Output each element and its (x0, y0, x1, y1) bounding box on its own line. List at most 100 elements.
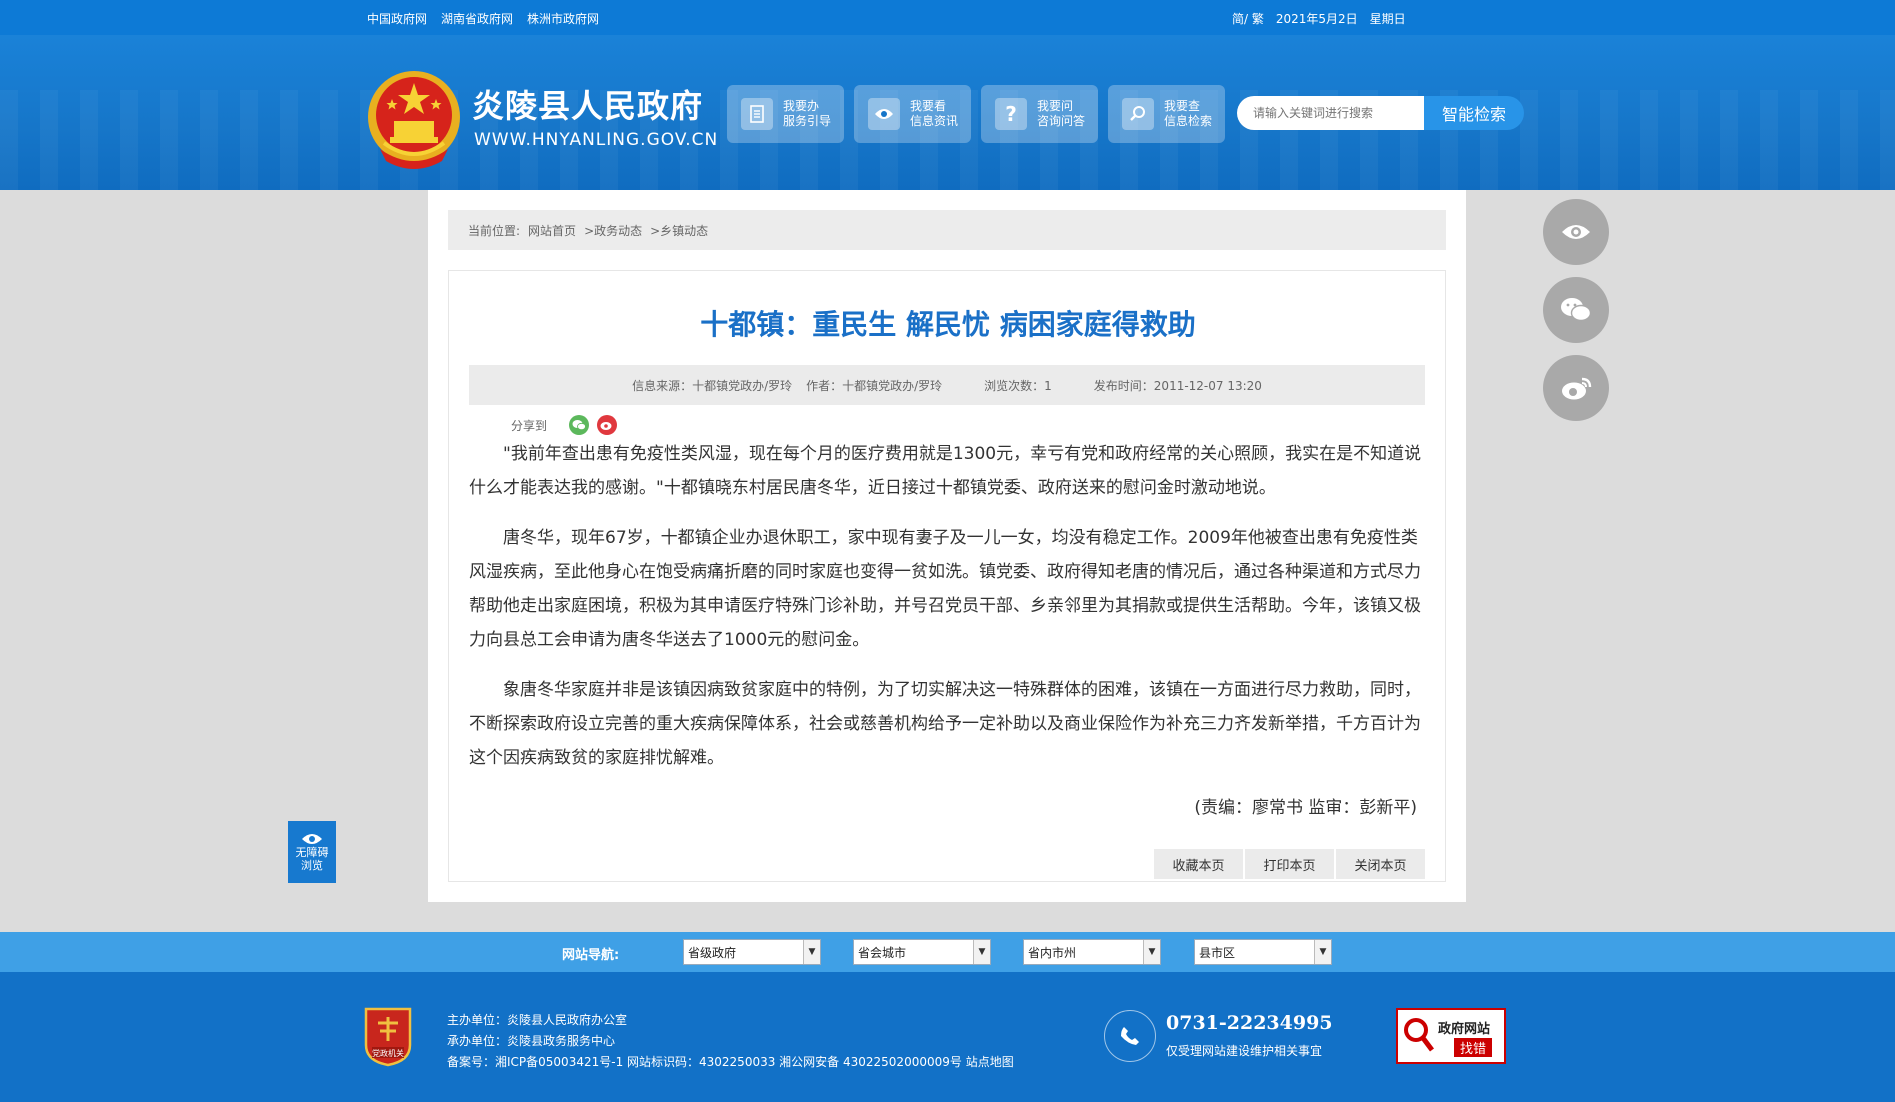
link-zhuzhou-gov[interactable]: 株洲市政府网 (527, 10, 599, 27)
site-nav-label: 网站导航: (562, 948, 620, 963)
party-gov-badge-icon[interactable]: 党政机关 (362, 1005, 414, 1067)
search-input[interactable] (1237, 96, 1424, 130)
select-provincial-gov[interactable]: 省级政府 ▼ (683, 939, 821, 965)
select-value: 省会城市 (858, 945, 907, 960)
eye-icon (302, 834, 322, 844)
wechat-share-icon[interactable] (569, 415, 590, 435)
wechat-icon (1561, 298, 1592, 322)
quick-button-line1: 我要查 (1164, 99, 1201, 113)
top-links: 中国政府网 湖南省政府网 株洲市政府网 (367, 10, 599, 27)
select-prefecture[interactable]: 省内市州 ▼ (1023, 939, 1161, 965)
editor-credit: (责编：廖常书 监审：彭新平) (1194, 798, 1417, 818)
article-content: "我前年查出患有免疫性类风湿，现在每个月的医疗费用就是1300元，幸亏有党和政府… (469, 437, 1425, 791)
eye-icon (868, 98, 900, 130)
select-county[interactable]: 县市区 ▼ (1194, 939, 1332, 965)
site-domain: WWW.HNYANLING.GOV.CN (474, 130, 719, 150)
main-content-panel: 当前位置: 网站首页 >政务动态 >乡镇动态 十都镇：重民生 解民忧 病困家庭得… (428, 190, 1466, 902)
gov-site-error-report-button[interactable]: 政府网站 找错 (1396, 1008, 1506, 1064)
national-emblem-icon (368, 71, 460, 169)
chevron-down-icon: ▼ (973, 940, 990, 964)
phone-icon (1104, 1010, 1156, 1062)
article-paragraph: 唐冬华，现年67岁，十都镇企业办退休职工，家中现有妻子及一儿一女，均没有稳定工作… (469, 528, 1421, 650)
article-paragraph: 象唐冬华家庭并非是该镇因病致贫家庭中的特例，为了切实解决这一特殊群体的困难，该镇… (469, 680, 1421, 768)
gov-err-line1: 政府网站 (1438, 1022, 1491, 1037)
meta-author: 作者：十都镇党政办/罗玲 (806, 378, 943, 393)
quick-button-text: 我要查 信息检索 (1164, 99, 1212, 129)
top-right-info: 简/ 繁 2021年5月2日 星期日 (1232, 10, 1406, 27)
share-label: 分享到 (511, 418, 548, 433)
search-icon (1122, 98, 1154, 130)
footer-site-nav: 网站导航: 省级政府 ▼ 省会城市 ▼ 省内市州 ▼ 县市区 ▼ (0, 932, 1895, 972)
breadcrumb: 当前位置: 网站首页 >政务动态 >乡镇动态 (448, 210, 1446, 250)
quick-button-info[interactable]: 我要看 信息资讯 (854, 85, 971, 143)
footer-phone: 0731-22234995 (1166, 1012, 1333, 1034)
quick-button-qa[interactable]: ? 我要问 咨询问答 (981, 85, 1098, 143)
accessibility-button[interactable]: 无障碍 浏览 (288, 821, 336, 883)
current-date: 2021年5月2日 (1275, 12, 1358, 26)
close-page-button[interactable]: 关闭本页 (1336, 849, 1425, 879)
weibo-share-icon[interactable] (597, 415, 618, 435)
footer-record: 备案号：湘ICP备05003421号-1 网站标识码：4302250033 湘公… (447, 1055, 1014, 1069)
article-title: 十都镇：重民生 解民忧 病困家庭得救助 (700, 308, 1196, 341)
quick-service-buttons: 我要办 服务引导 我要看 信息资讯 ? 我要问 咨询问答 我要查 信息检索 (727, 85, 1225, 143)
footer-phone-note: 仅受理网站建设维护相关事宜 (1166, 1044, 1323, 1058)
gov-err-line2: 找错 (1454, 1038, 1493, 1057)
document-icon (741, 98, 773, 130)
chevron-down-icon: ▼ (1314, 940, 1331, 964)
magnifier-icon (1404, 1018, 1434, 1052)
print-page-button[interactable]: 打印本页 (1245, 849, 1334, 879)
meta-published: 发布时间：2011-12-07 13:20 (1093, 378, 1262, 393)
accessibility-line2: 浏览 (301, 859, 323, 872)
article: 十都镇：重民生 解民忧 病困家庭得救助 信息来源：十都镇党政办/罗玲 作者：十都… (448, 270, 1446, 882)
quick-button-line1: 我要问 (1037, 99, 1074, 113)
question-icon: ? (995, 98, 1027, 130)
smart-search-button[interactable]: 智能检索 (1424, 96, 1524, 130)
footer-host: 主办单位：炎陵县人民政府办公室 (447, 1013, 628, 1027)
quick-button-line1: 我要办 (783, 99, 820, 113)
quick-button-search[interactable]: 我要查 信息检索 (1108, 85, 1225, 143)
quick-button-service-guide[interactable]: 我要办 服务引导 (727, 85, 844, 143)
site-footer: 党政机关 主办单位：炎陵县人民政府办公室 承办单位：炎陵县政务服务中心 备案号：… (0, 972, 1895, 1102)
quick-button-text: 我要办 服务引导 (783, 99, 831, 129)
share-bar: 分享到 (511, 415, 618, 435)
site-title: 炎陵县人民政府 (472, 87, 704, 125)
float-weibo-button[interactable] (1543, 355, 1609, 421)
quick-button-text: 我要看 信息资讯 (910, 99, 958, 129)
weibo-icon (1562, 377, 1592, 400)
bookmark-page-button[interactable]: 收藏本页 (1154, 849, 1243, 879)
select-capital-city[interactable]: 省会城市 ▼ (853, 939, 991, 965)
breadcrumb-label: 当前位置: (468, 223, 521, 238)
top-utility-bar: 中国政府网 湖南省政府网 株洲市政府网 简/ 繁 2021年5月2日 星期日 (0, 0, 1895, 35)
select-value: 省级政府 (688, 945, 737, 960)
article-actions: 收藏本页 打印本页 关闭本页 (1154, 849, 1425, 879)
lang-switch[interactable]: 简/ 繁 (1232, 10, 1264, 27)
breadcrumb-home[interactable]: 网站首页 (528, 222, 576, 239)
breadcrumb-town-news[interactable]: >乡镇动态 (650, 222, 708, 239)
meta-views: 浏览次数：1 (984, 378, 1052, 393)
chevron-down-icon: ▼ (803, 940, 820, 964)
quick-button-line2: 信息检索 (1164, 114, 1213, 128)
breadcrumb-gov-news[interactable]: >政务动态 (584, 222, 642, 239)
eye-icon (1562, 225, 1590, 239)
badge-text: 党政机关 (372, 1048, 404, 1058)
current-weekday: 星期日 (1369, 12, 1406, 26)
quick-button-line2: 服务引导 (783, 114, 832, 128)
select-value: 省内市州 (1028, 945, 1077, 960)
article-meta: 信息来源：十都镇党政办/罗玲 作者：十都镇党政办/罗玲 浏览次数：1 发布时间：… (469, 365, 1425, 405)
footer-organizer: 承办单位：炎陵县政务服务中心 (447, 1034, 616, 1048)
meta-source: 信息来源：十都镇党政办/罗玲 (632, 378, 793, 393)
link-hunan-gov[interactable]: 湖南省政府网 (441, 10, 513, 27)
link-china-gov[interactable]: 中国政府网 (367, 10, 427, 27)
footer-info: 主办单位：炎陵县人民政府办公室 承办单位：炎陵县政务服务中心 备案号：湘ICP备… (447, 1010, 1014, 1073)
site-header: 炎陵县人民政府 WWW.HNYANLING.GOV.CN 我要办 服务引导 我要看… (0, 35, 1895, 190)
float-wechat-button[interactable] (1543, 277, 1609, 343)
chevron-down-icon: ▼ (1143, 940, 1160, 964)
quick-button-text: 我要问 咨询问答 (1037, 99, 1085, 129)
article-paragraph: "我前年查出患有免疫性类风湿，现在每个月的医疗费用就是1300元，幸亏有党和政府… (469, 444, 1422, 498)
float-eye-button[interactable] (1543, 199, 1609, 265)
quick-button-line2: 咨询问答 (1037, 114, 1086, 128)
select-value: 县市区 (1199, 945, 1236, 960)
quick-button-line1: 我要看 (910, 99, 947, 113)
quick-button-line2: 信息资讯 (910, 114, 959, 128)
accessibility-line1: 无障碍 (295, 846, 329, 859)
